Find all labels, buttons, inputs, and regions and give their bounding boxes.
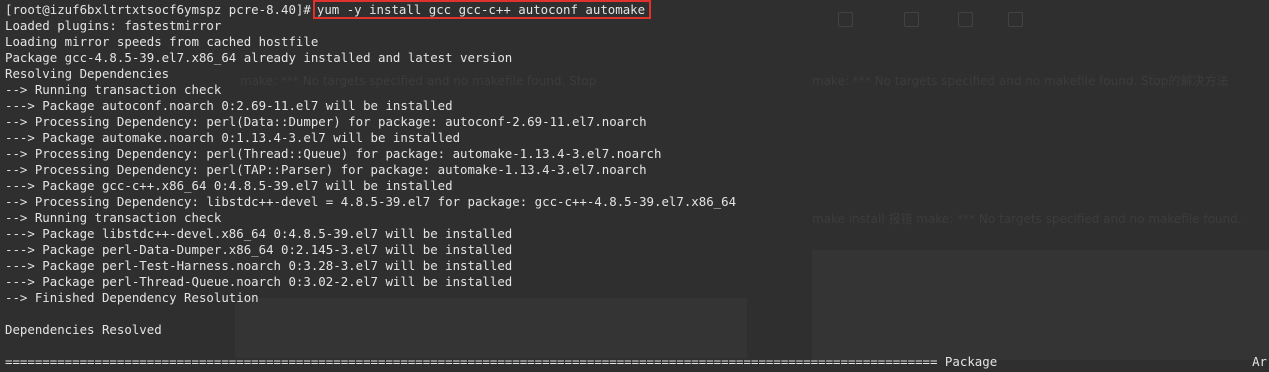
background-text-line-2: make install 报错 make: *** No targets spe…: [812, 212, 1242, 226]
output-line: Loaded plugins: fastestmirror: [5, 18, 222, 33]
output-line: ---> Package autoconf.noarch 0:2.69-11.e…: [5, 98, 453, 113]
background-icon-1: [838, 12, 853, 27]
background-panel-right: [812, 250, 1269, 360]
shell-prompt: [root@izuf6bxltrtxtsocf6ymspz pcre-8.40]…: [5, 2, 311, 17]
output-line: --> Running transaction check: [5, 210, 222, 225]
prompt-line: [root@izuf6bxltrtxtsocf6ymspz pcre-8.40]…: [5, 0, 736, 19]
output-line: ---> Package gcc-c++.x86_64 0:4.8.5-39.e…: [5, 178, 453, 193]
output-line: --> Processing Dependency: perl(Thread::…: [5, 146, 662, 161]
background-icon-3: [958, 12, 973, 27]
output-line: [5, 338, 736, 354]
output-line: ---> Package perl-Test-Harness.noarch 0:…: [5, 258, 513, 273]
output-line: Loading mirror speeds from cached hostfi…: [5, 34, 319, 49]
terminal-output: [root@izuf6bxltrtxtsocf6ymspz pcre-8.40]…: [5, 0, 737, 354]
column-header-arch: Ar: [1252, 354, 1267, 369]
terminal-window[interactable]: make: *** No targets specified and no ma…: [0, 0, 1269, 372]
output-line: --> Running transaction check: [5, 82, 222, 97]
output-line: ---> Package automake.noarch 0:1.13.4-3.…: [5, 130, 461, 145]
background-icon-4: [1008, 12, 1023, 27]
output-line: Resolving Dependencies: [5, 66, 170, 81]
background-make-line: make: *** No targets specified and no ma…: [812, 74, 1229, 88]
output-line: Package gcc-4.8.5-39.el7.x86_64 already …: [5, 50, 513, 65]
output-line: ---> Package perl-Thread-Queue.noarch 0:…: [5, 274, 513, 289]
output-line: --> Finished Dependency Resolution: [5, 290, 259, 305]
highlighted-command: yum -y install gcc gcc-c++ autoconf auto…: [312, 0, 652, 19]
output-line: [5, 306, 736, 322]
output-line: ---> Package perl-Data-Dumper.x86_64 0:2…: [5, 242, 513, 257]
output-line: --> Processing Dependency: perl(TAP::Par…: [5, 162, 647, 177]
output-line: ---> Package libstdc++-devel.x86_64 0:4.…: [5, 226, 513, 241]
output-line: --> Processing Dependency: perl(Data::Du…: [5, 114, 647, 129]
output-line: --> Processing Dependency: libstdc++-dev…: [5, 194, 737, 209]
output-line: Dependencies Resolved: [5, 322, 162, 337]
background-icon-2: [904, 12, 919, 27]
table-separator: ========================================…: [5, 354, 998, 369]
